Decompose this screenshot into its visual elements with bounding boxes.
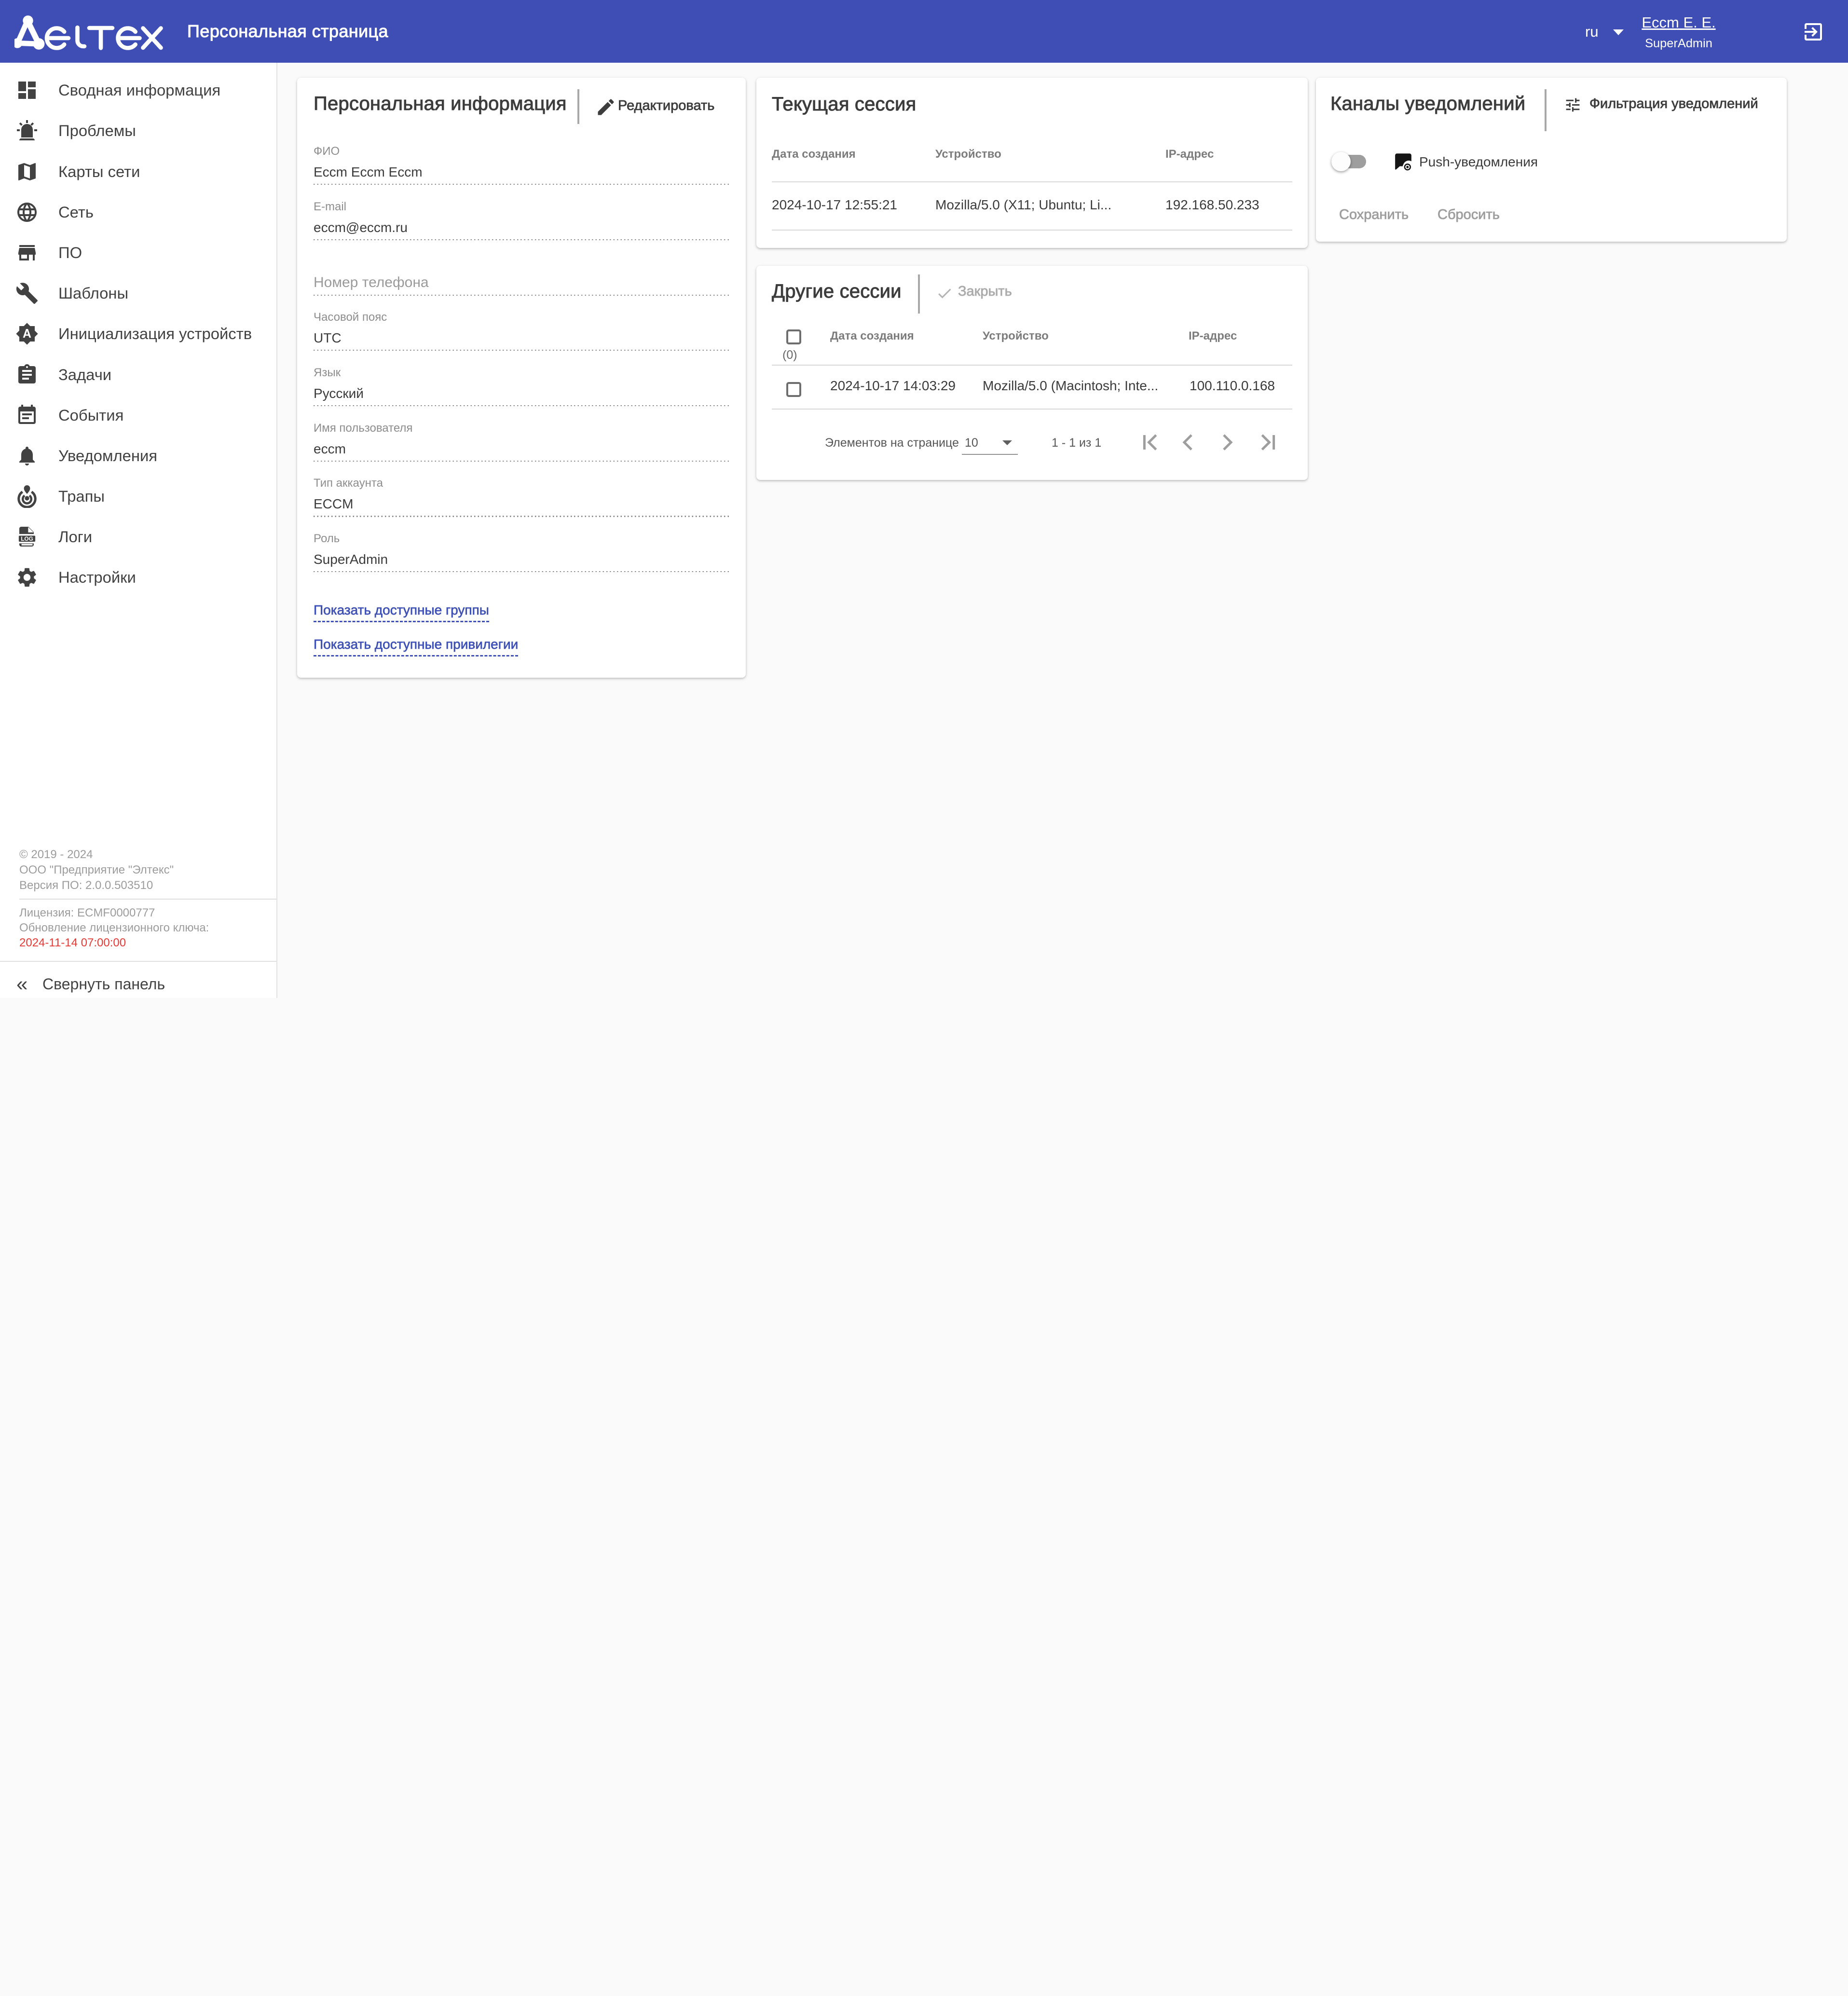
svg-text:LOG: LOG <box>21 535 33 542</box>
